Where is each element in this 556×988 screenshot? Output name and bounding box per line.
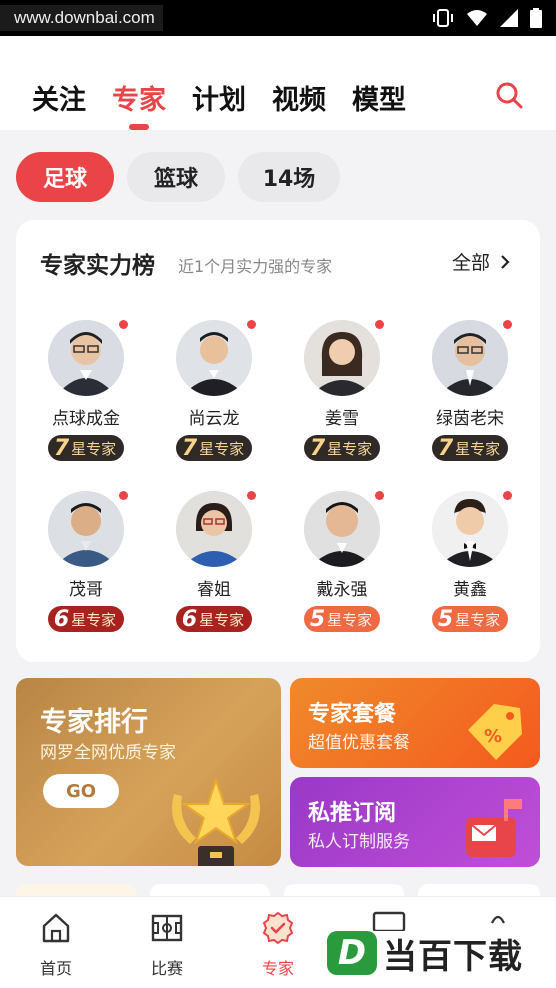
expert-name: 点球成金 [52,409,120,429]
svg-text:%: % [484,726,502,747]
promo-title: 专家排行 [40,707,148,738]
view-all-button[interactable]: 全部 [452,248,510,275]
star-level-badge: 7 星专家 [303,435,381,461]
private-subscription-promo[interactable]: 私推订阅 私人订制服务 [290,777,540,867]
star-level-badge: 7 星专家 [175,435,253,461]
expert-name: 睿姐 [197,580,231,600]
view-all-label: 全部 [451,252,490,274]
brand-logo-text: 当百下载 [383,936,523,977]
expert-item[interactable]: 点球成金 7 星专家 [22,320,150,461]
ranking-subtitle: 近1个月实力强的专家 [178,257,333,276]
status-bar: www.downbai.com [0,0,556,36]
star-level-badge: 6 星专家 [175,606,253,632]
online-dot [375,491,384,500]
star-level-badge: 5 星专家 [303,606,381,632]
expert-item[interactable]: 戴永强 5 星专家 [278,491,406,632]
tab-experts[interactable]: 专家 [112,78,166,117]
star-level-badge: 7 星专家 [431,435,509,461]
expert-ranking-card: 专家实力榜 近1个月实力强的专家 全部 点球成金 7 星专家 尚云龙 7 星专家 姜… [16,220,540,662]
expert-name: 戴永强 [316,580,368,600]
promo-subtitle: 网罗全网优质专家 [40,743,176,763]
online-dot [247,491,256,500]
status-icons [432,8,542,28]
promo-subtitle: 私人订制服务 [308,832,410,852]
expert-item[interactable]: 绿茵老宋 7 星专家 [406,320,534,461]
nav-experts[interactable]: 专家 [238,911,318,979]
expert-name: 黄鑫 [453,580,487,600]
online-dot [375,320,384,329]
top-nav: 关注 专家 计划 视频 模型 [0,36,556,130]
vibrate-icon [433,9,453,27]
expert-badge-icon [262,911,294,945]
online-dot [503,491,512,500]
site-watermark: www.downbai.com [0,5,163,31]
avatar [432,320,508,396]
expert-item[interactable]: 睿姐 6 星专家 [150,491,278,632]
battery-icon [530,8,542,28]
nav-label: 比赛 [150,959,183,978]
tab-plans[interactable]: 计划 [192,78,246,117]
filter-football[interactable]: 足球 [16,152,114,202]
filter-basketball[interactable]: 篮球 [127,152,225,202]
expert-ranking-promo[interactable]: 专家排行 网罗全网优质专家 GO [16,678,281,866]
expert-name: 茂哥 [69,580,103,600]
discount-tag-icon: % [468,704,522,760]
active-tab-indicator [129,124,149,130]
tab-follow[interactable]: 关注 [32,78,86,117]
online-dot [119,491,128,500]
online-dot [247,320,256,329]
promo-subtitle: 超值优惠套餐 [308,733,410,753]
avatar [432,491,508,567]
avatar [176,491,252,567]
partial-nav-icon [491,915,505,924]
avatar [48,491,124,567]
home-icon [42,913,70,943]
brand-logo-letter: D [327,931,377,975]
expert-name: 绿茵老宋 [436,409,504,429]
trophy-star-icon [172,776,260,866]
expert-package-promo[interactable]: 专家套餐 超值优惠套餐 % [290,678,540,768]
promo-title: 专家套餐 [308,702,397,727]
star-level-badge: 6 星专家 [47,606,125,632]
star-level-badge: 5 星专家 [431,606,509,632]
expert-item[interactable]: 姜雪 7 星专家 [278,320,406,461]
tab-models[interactable]: 模型 [352,78,406,117]
avatar [304,491,380,567]
expert-item[interactable]: 茂哥 6 星专家 [22,491,150,632]
nav-home[interactable]: 首页 [16,911,96,979]
search-icon[interactable] [494,80,524,110]
brand-watermark-logo: D 当百下载 [327,928,549,978]
signal-icon [500,9,518,27]
go-button[interactable]: GO [43,774,119,808]
expert-name: 尚云龙 [188,409,240,429]
chevron-right-icon [501,254,510,269]
tab-videos[interactable]: 视频 [272,78,326,117]
ranking-title: 专家实力榜 [40,253,155,279]
expert-item[interactable]: 黄鑫 5 星专家 [406,491,534,632]
mailbox-icon [466,799,522,857]
nav-label: 专家 [261,959,294,978]
online-dot [503,320,512,329]
promo-title: 私推订阅 [308,801,397,826]
filter-14-matches[interactable]: 14场 [238,152,340,202]
online-dot [119,320,128,329]
expert-item[interactable]: 尚云龙 7 星专家 [150,320,278,461]
match-icon [151,914,183,942]
nav-label: 首页 [39,959,72,978]
avatar [48,320,124,396]
star-level-badge: 7 星专家 [47,435,125,461]
nav-matches[interactable]: 比赛 [127,911,207,979]
wifi-icon [467,10,487,26]
avatar [304,320,380,396]
avatar [176,320,252,396]
expert-name: 姜雪 [325,409,359,429]
